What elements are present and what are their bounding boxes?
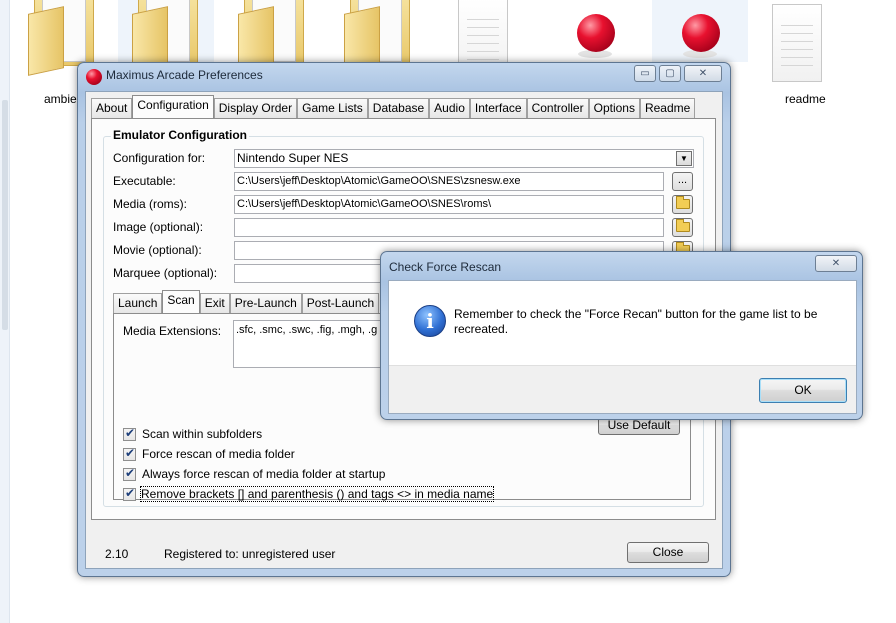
check-force-rescan-dialog: Check Force Rescan ✕ i Remember to check…	[380, 251, 863, 420]
browse-media-button[interactable]	[672, 195, 693, 214]
media-label: Media (roms):	[113, 197, 188, 211]
maximus-arcade-icon[interactable]	[682, 14, 720, 52]
maximus-arcade-icon[interactable]	[577, 14, 615, 52]
subtab-post-launch[interactable]: Post-Launch	[301, 293, 380, 313]
app-icon	[86, 69, 102, 85]
remove-brackets-checkbox[interactable]	[123, 486, 136, 501]
dialog-client-area: i Remember to check the "Force Recan" bu…	[388, 280, 857, 414]
always-rescan-checkbox[interactable]	[123, 466, 136, 481]
tab-interface[interactable]: Interface	[469, 98, 527, 118]
navigation-pane-edge	[0, 0, 10, 623]
always-rescan-label[interactable]: Always force rescan of media folder at s…	[142, 467, 385, 481]
executable-label: Executable:	[113, 174, 176, 188]
config-for-select[interactable]: Nintendo Super NES ▼	[234, 149, 694, 168]
folder-icon[interactable]	[132, 0, 204, 76]
main-tab-bar: About Configuration Display Order Game L…	[91, 95, 696, 118]
dialog-title: Check Force Rescan	[389, 260, 502, 274]
media-field[interactable]: C:\Users\jeff\Desktop\Atomic\GameOO\SNES…	[234, 195, 664, 214]
tab-database[interactable]: Database	[367, 98, 430, 118]
folder-icon	[675, 196, 690, 209]
image-label: Image (optional):	[113, 220, 204, 234]
subtab-exit[interactable]: Exit	[199, 293, 230, 313]
subtab-pre-launch[interactable]: Pre-Launch	[229, 293, 302, 313]
tab-readme[interactable]: Readme	[639, 98, 696, 118]
folder-icon[interactable]	[28, 0, 100, 76]
scan-subfolders-checkbox[interactable]	[123, 426, 136, 441]
tab-audio[interactable]: Audio	[429, 98, 470, 118]
config-for-value: Nintendo Super NES	[237, 151, 349, 165]
tab-configuration[interactable]: Configuration	[132, 95, 214, 118]
browse-image-button[interactable]	[672, 218, 693, 237]
movie-label: Movie (optional):	[113, 243, 202, 257]
executable-field[interactable]: C:\Users\jeff\Desktop\Atomic\GameOO\SNES…	[234, 172, 664, 191]
tab-game-lists[interactable]: Game Lists	[297, 98, 368, 118]
file-label-readme[interactable]: readme	[785, 92, 826, 106]
maximize-button[interactable]: ▢	[659, 65, 681, 82]
tab-controller[interactable]: Controller	[526, 98, 589, 118]
chevron-down-icon[interactable]: ▼	[676, 151, 692, 166]
force-rescan-checkbox[interactable]	[123, 446, 136, 461]
marquee-label: Marquee (optional):	[113, 266, 218, 280]
close-button[interactable]: Close	[627, 542, 709, 563]
dialog-button-area: OK	[389, 365, 856, 413]
folder-icon[interactable]	[344, 0, 416, 76]
subtab-launch[interactable]: Launch	[113, 293, 163, 313]
scan-subfolders-label[interactable]: Scan within subfolders	[142, 427, 262, 441]
tab-options[interactable]: Options	[588, 98, 640, 118]
media-extensions-label: Media Extensions:	[123, 324, 222, 338]
tab-about[interactable]: About	[91, 98, 133, 118]
subtab-scan[interactable]: Scan	[162, 290, 200, 313]
dialog-message: Remember to check the "Force Recan" butt…	[454, 307, 818, 336]
group-title: Emulator Configuration	[111, 128, 249, 142]
nav-scrollbar[interactable]	[2, 100, 8, 330]
registration-label: Registered to: unregistered user	[164, 547, 336, 561]
information-icon: i	[414, 305, 446, 337]
dialog-close-button[interactable]: ✕	[815, 255, 857, 272]
config-for-label: Configuration for:	[113, 151, 206, 165]
image-field[interactable]	[234, 218, 664, 237]
browse-executable-button[interactable]: ...	[672, 172, 693, 191]
ok-button[interactable]: OK	[759, 378, 847, 403]
file-label-ambie[interactable]: ambie	[44, 92, 77, 106]
document-icon[interactable]	[772, 4, 822, 82]
window-title: Maximus Arcade Preferences	[106, 68, 263, 82]
tab-display-order[interactable]: Display Order	[213, 98, 298, 118]
sub-tab-bar: Launch Scan Exit Pre-Launch Post-Launch	[113, 290, 380, 313]
close-window-button[interactable]: ✕	[684, 65, 722, 82]
folder-icon	[675, 219, 690, 232]
minimize-button[interactable]: ▭	[634, 65, 656, 82]
folder-icon[interactable]	[238, 0, 310, 76]
version-label: 2.10	[105, 547, 129, 561]
remove-brackets-label[interactable]: Remove brackets [] and parenthesis () an…	[139, 486, 495, 502]
force-rescan-label[interactable]: Force rescan of media folder	[142, 447, 295, 461]
